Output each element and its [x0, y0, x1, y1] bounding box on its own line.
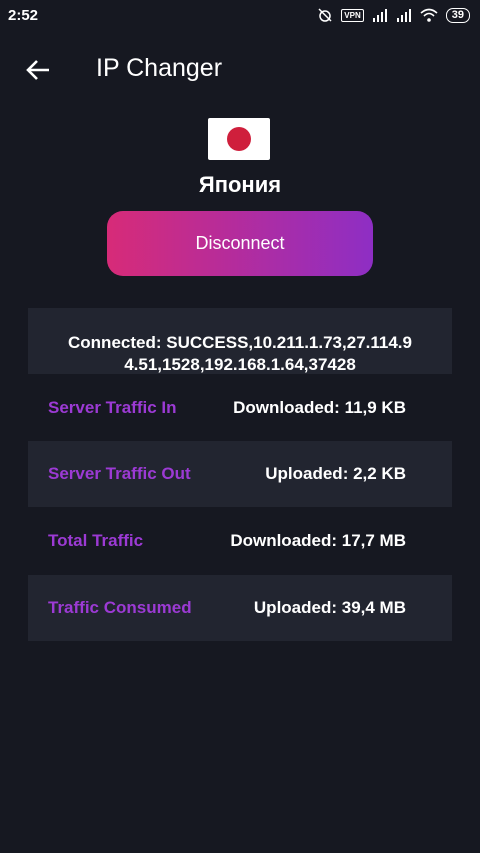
status-bar: 2:52 VPN 39	[0, 0, 480, 32]
alarm-off-icon	[318, 8, 332, 22]
country-name: Япония	[198, 172, 282, 197]
battery-icon: 39	[445, 7, 470, 23]
stat-row-server-traffic-out: Server Traffic Out Uploaded: 2,2 KB	[28, 441, 452, 507]
stat-label: Total Traffic	[48, 531, 144, 550]
vpn-icon: VPN	[341, 8, 364, 22]
signal-icon-2	[396, 9, 411, 22]
japan-flag-icon	[208, 118, 270, 160]
status-icons: VPN 39	[317, 7, 470, 23]
connection-status-panel: Connected: SUCCESS,10.211.1.73,27.114.9 …	[28, 308, 452, 374]
app-bar: IP Changer	[0, 40, 480, 100]
stat-label: Server Traffic Out	[48, 464, 191, 483]
stat-value: Uploaded: 39,4 MB	[253, 598, 406, 617]
stat-row-total-traffic: Total Traffic Downloaded: 17,7 MB	[28, 508, 452, 574]
disconnect-button[interactable]: Disconnect	[107, 211, 373, 276]
stat-value: Downloaded: 11,9 KB	[233, 398, 406, 417]
connection-line-1: Connected: SUCCESS,10.211.1.73,27.114.9	[68, 333, 412, 352]
stat-value: Downloaded: 17,7 MB	[230, 531, 406, 550]
page-title: IP Changer	[96, 54, 223, 82]
connection-status-text: Connected: SUCCESS,10.211.1.73,27.114.9 …	[28, 332, 452, 376]
signal-icon	[372, 9, 387, 22]
stat-value: Uploaded: 2,2 KB	[265, 464, 406, 483]
back-button[interactable]	[20, 52, 56, 88]
stat-label: Server Traffic In	[48, 398, 177, 417]
stat-label: Traffic Consumed	[48, 598, 192, 617]
flag-sun	[227, 127, 251, 151]
status-time: 2:52	[8, 7, 39, 24]
arrow-left-icon	[26, 60, 49, 80]
stat-row-server-traffic-in: Server Traffic In Downloaded: 11,9 KB	[28, 375, 452, 441]
stat-row-traffic-consumed: Traffic Consumed Uploaded: 39,4 MB	[28, 575, 452, 641]
connection-line-2: 4.51,1528,192.168.1.64,37428	[124, 355, 356, 374]
wifi-icon	[420, 8, 438, 22]
